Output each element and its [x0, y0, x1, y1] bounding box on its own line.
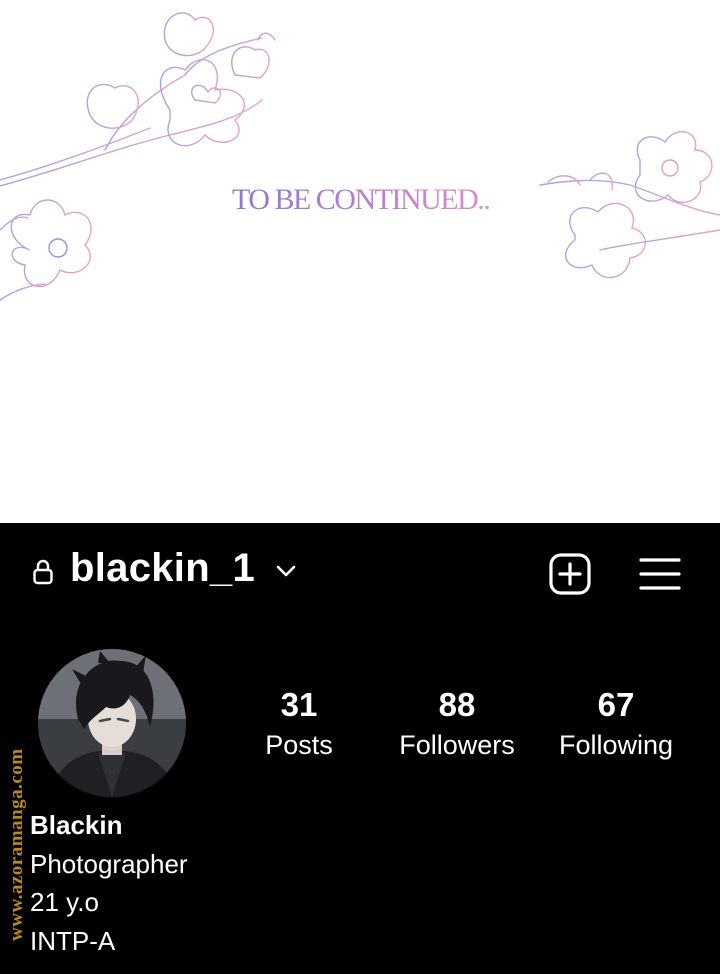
lock-icon: [33, 559, 53, 585]
profile-bio: Blackin Photographer 21 y.o INTP-A: [30, 806, 188, 960]
story-end-banner: TO BE CONTINUED..: [0, 0, 720, 523]
profile-screen: blackin_1 31 Posts 88 Followers 67 Follo…: [0, 523, 720, 974]
avatar-illustration: [38, 649, 186, 797]
posts-count: 31: [280, 686, 318, 723]
profile-header: blackin_1: [0, 523, 720, 623]
stat-posts[interactable]: 31 Posts: [219, 685, 379, 765]
floral-decoration: [0, 12, 720, 301]
profile-display-name: Blackin: [30, 810, 123, 840]
following-label: Following: [558, 730, 674, 760]
bio-line: INTP-A: [30, 925, 116, 956]
bio-line: 21 y.o: [30, 887, 99, 917]
avatar[interactable]: [38, 649, 186, 797]
chevron-down-icon[interactable]: [275, 564, 297, 578]
followers-count: 88: [438, 686, 476, 723]
followers-label: Followers: [399, 730, 515, 760]
hamburger-menu-icon[interactable]: [638, 555, 682, 593]
stat-followers[interactable]: 88 Followers: [377, 685, 537, 765]
profile-username[interactable]: blackin_1: [70, 546, 255, 591]
bio-line: Photographer: [30, 848, 188, 879]
to-be-continued-caption: TO BE CONTINUED..: [232, 183, 491, 216]
plus-square-icon[interactable]: [548, 552, 592, 596]
posts-label: Posts: [265, 730, 333, 760]
stat-following[interactable]: 67 Following: [536, 685, 696, 765]
site-watermark: www.azoramanga.com: [6, 748, 27, 942]
following-count: 67: [597, 686, 635, 723]
